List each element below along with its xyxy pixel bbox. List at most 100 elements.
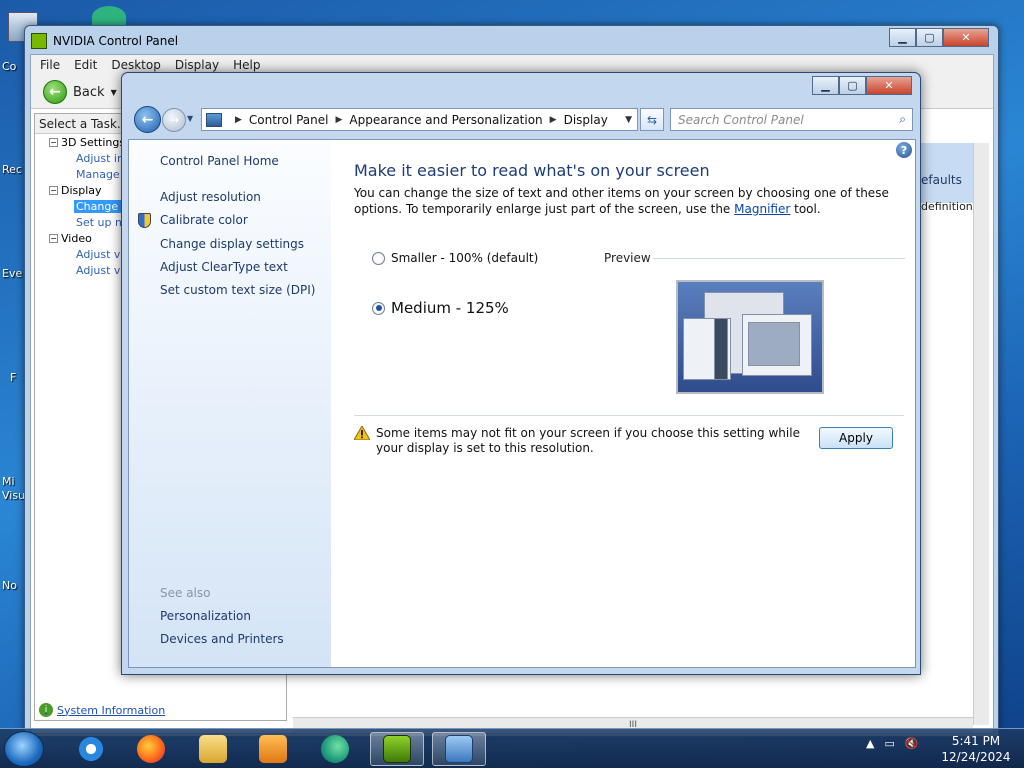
taskbar-nvidia-control-panel[interactable] (370, 732, 424, 766)
warning-divider (354, 415, 904, 416)
tree-item-adjust-video-2[interactable]: Adjust vi (76, 264, 123, 277)
nvidia-back-label: Back (73, 84, 105, 100)
desktop-label-recycle: Rec (2, 163, 22, 176)
control-panel-icon (206, 112, 222, 127)
tree-node-3d-settings[interactable]: −3D Settings (49, 136, 125, 149)
cp-minimize-button[interactable]: ▁ (812, 76, 839, 95)
nvidia-window-title: NVIDIA Control Panel (53, 34, 179, 48)
cp-forward-button[interactable]: → (162, 108, 186, 132)
page-description: You can change the size of text and othe… (354, 185, 894, 217)
media-player-icon (259, 735, 287, 763)
magnifier-link[interactable]: Magnifier (734, 202, 790, 216)
search-icon[interactable]: ⌕ (899, 112, 906, 127)
sidebar-change-display-settings[interactable]: Change display settings (160, 237, 304, 251)
address-dropdown-icon[interactable]: ▼ (625, 115, 632, 125)
taskbar-internet-explorer[interactable] (64, 732, 118, 766)
volume-muted-icon[interactable]: 🔇 (905, 737, 919, 750)
system-information-link[interactable]: i System Information (39, 703, 165, 717)
sidebar-adjust-resolution[interactable]: Adjust resolution (160, 190, 261, 204)
taskbar-media-player[interactable] (246, 732, 300, 766)
cp-sidebar: Control Panel Home Adjust resolution Cal… (129, 140, 331, 667)
warning-icon (354, 426, 370, 440)
sidebar-devices-printers[interactable]: Devices and Printers (160, 632, 284, 646)
cp-back-button[interactable]: ← (134, 106, 161, 133)
nvidia-title-bar[interactable]: NVIDIA Control Panel (31, 30, 178, 52)
refresh-button[interactable]: ⇆ (640, 108, 664, 131)
sidebar-custom-dpi[interactable]: Set custom text size (DPI) (160, 283, 315, 297)
option-medium-label: Medium - 125% (391, 299, 509, 317)
breadcrumb-separator-icon[interactable]: ▶ (550, 115, 557, 125)
clock-date: 12/24/2024 (941, 750, 1011, 764)
description-text-end: tool. (794, 202, 821, 216)
tree-label-display: Display (61, 184, 102, 197)
taskbar-firefox[interactable] (124, 732, 178, 766)
system-tray: ▲ ▭ 🔇 (866, 737, 919, 750)
tree-item-adjust-image[interactable]: Adjust im (76, 152, 128, 165)
preview-divider (653, 258, 905, 259)
collapse-icon[interactable]: − (49, 186, 58, 195)
nvidia-maximize-button[interactable]: ▢ (916, 28, 943, 47)
tree-item-manage[interactable]: Manage (76, 168, 120, 181)
menu-display[interactable]: Display (175, 58, 219, 72)
collapse-icon[interactable]: − (49, 234, 58, 243)
taskbar-control-panel[interactable] (432, 732, 486, 766)
menu-desktop[interactable]: Desktop (111, 58, 161, 72)
sidebar-control-panel-home[interactable]: Control Panel Home (160, 154, 279, 168)
radio-button[interactable] (372, 251, 385, 265)
taskbar-file-explorer[interactable] (186, 732, 240, 766)
tree-node-video[interactable]: − Video (49, 232, 92, 245)
start-button[interactable] (4, 731, 44, 767)
tree-item-set-up-multiple[interactable]: Set up m (76, 216, 126, 229)
cp-caption-buttons: ▁ ▢ ✕ (812, 76, 912, 95)
option-medium[interactable]: Medium - 125% (372, 299, 509, 317)
desktop-label-no: No (2, 579, 17, 592)
internet-explorer-icon (77, 735, 105, 763)
breadcrumb-control-panel[interactable]: Control Panel (249, 113, 329, 127)
nvidia-minimize-button[interactable]: ▁ (889, 28, 916, 47)
network-icon[interactable]: ▭ (884, 737, 894, 750)
nvidia-vertical-scrollbar[interactable] (973, 143, 989, 725)
sidebar-calibrate-color[interactable]: Calibrate color (160, 213, 248, 227)
apply-button[interactable]: Apply (819, 427, 893, 449)
cp-close-button[interactable]: ✕ (866, 76, 912, 95)
see-also-heading: See also (160, 586, 211, 600)
collapse-icon[interactable]: − (49, 138, 58, 147)
cp-maximize-button[interactable]: ▢ (839, 76, 866, 95)
menu-file[interactable]: File (40, 58, 60, 72)
nvidia-back-button[interactable]: ← Back ▼ (43, 80, 117, 104)
back-dropdown-icon[interactable]: ▼ (111, 88, 117, 97)
sidebar-personalization[interactable]: Personalization (160, 609, 251, 623)
system-information-label: System Information (57, 703, 166, 717)
help-icon[interactable]: ? (896, 142, 912, 158)
back-arrow-icon: ← (43, 80, 67, 104)
radio-button-selected[interactable] (372, 301, 385, 315)
address-bar[interactable]: ▶ Control Panel ▶ Appearance and Persona… (201, 108, 638, 131)
tree-node-display[interactable]: − Display (49, 184, 102, 197)
breadcrumb-appearance[interactable]: Appearance and Personalization (349, 113, 542, 127)
tree-item-adjust-video-1[interactable]: Adjust vi (76, 248, 123, 261)
firefox-icon (137, 735, 165, 763)
sidebar-adjust-cleartype[interactable]: Adjust ClearType text (160, 260, 288, 274)
taskbar-edge[interactable] (308, 732, 362, 766)
breadcrumb-separator-icon[interactable]: ▶ (336, 115, 343, 125)
recent-pages-dropdown-icon[interactable]: ▼ (187, 114, 193, 123)
tree-label-3d-settings: 3D Settings (61, 136, 126, 149)
option-smaller[interactable]: Smaller - 100% (default) (372, 251, 538, 265)
show-hidden-icons-icon[interactable]: ▲ (866, 737, 874, 750)
clock-time: 5:41 PM (951, 734, 1001, 748)
breadcrumb-separator-icon[interactable]: ▶ (235, 115, 242, 125)
back-arrow-icon: ← (141, 111, 154, 128)
uac-shield-icon (138, 213, 151, 228)
breadcrumb-display[interactable]: Display (564, 113, 608, 127)
search-input[interactable]: Search Control Panel ⌕ (670, 108, 913, 131)
nvidia-close-button[interactable]: ✕ (943, 28, 989, 47)
forward-arrow-icon: → (168, 113, 180, 127)
taskbar-clock[interactable]: 5:41 PM 12/24/2024 (936, 733, 1016, 765)
menu-help[interactable]: Help (233, 58, 260, 72)
refresh-icon: ⇆ (646, 112, 658, 127)
restore-defaults-link[interactable]: efaults (921, 173, 962, 187)
preview-image (676, 280, 824, 394)
edge-icon (321, 735, 349, 763)
menu-edit[interactable]: Edit (74, 58, 97, 72)
cp-main-panel: ? Make it easier to read what's on your … (331, 140, 915, 667)
